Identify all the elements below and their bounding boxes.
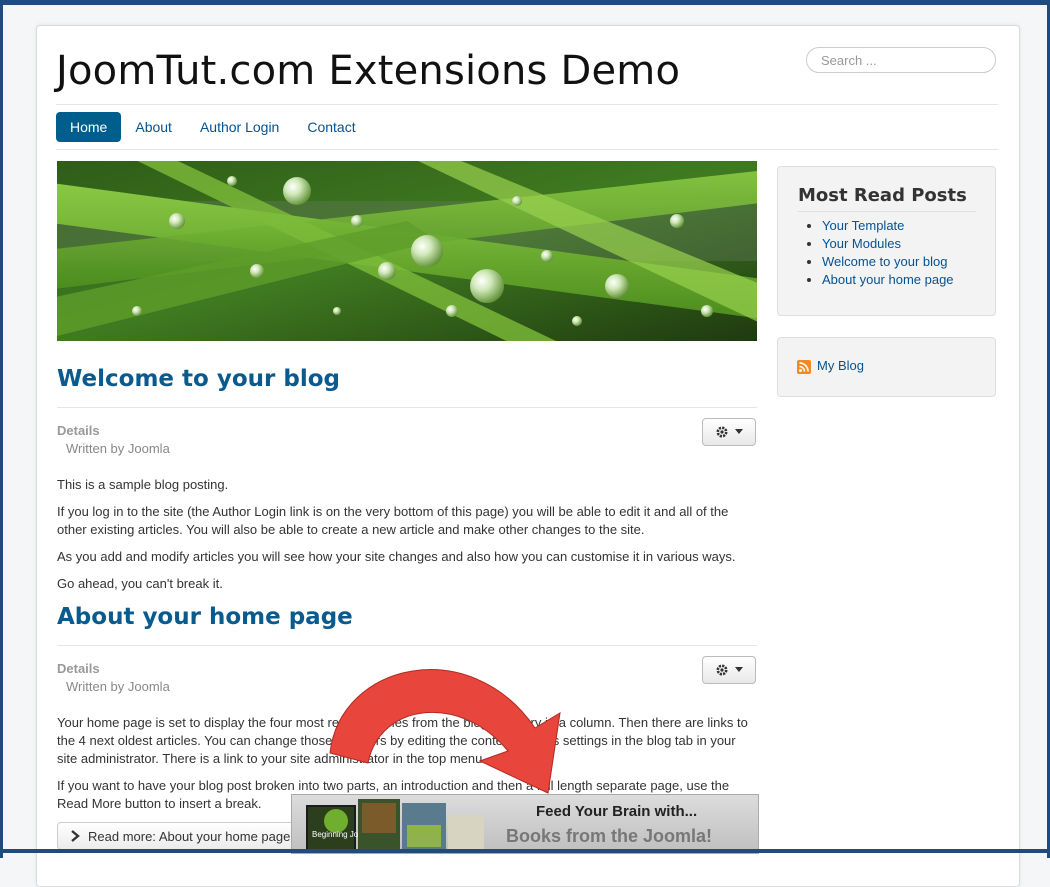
main-nav: Home About Author Login Contact — [56, 112, 370, 142]
gear-icon — [716, 664, 728, 676]
rss-icon — [797, 360, 811, 374]
article-paragraph: Go ahead, you can't break it. — [57, 576, 223, 591]
most-read-link[interactable]: Your Modules — [822, 236, 901, 251]
joomla-shop-ad-banner[interactable]: Beginning Joomla! Feed Your Brain with..… — [291, 794, 759, 854]
most-read-list: Your Template Your Modules Welcome to yo… — [798, 217, 954, 289]
page-container: JoomTut.com Extensions Demo Home About A… — [36, 25, 1020, 887]
window-frame-bottom — [0, 849, 1050, 853]
list-item: Your Modules — [822, 235, 954, 253]
nav-divider — [56, 149, 998, 150]
list-item: About your home page — [822, 271, 954, 289]
window-frame-left — [0, 5, 3, 858]
most-read-title: Most Read Posts — [798, 185, 967, 206]
article-paragraph: As you add and modify articles you will … — [57, 549, 736, 564]
article-author: Written by Joomla — [66, 679, 170, 694]
module-divider — [798, 211, 976, 212]
search-input[interactable] — [806, 47, 996, 73]
header-banner-image — [57, 161, 757, 341]
books-image: Beginning Joomla! — [306, 799, 484, 853]
caret-down-icon — [735, 667, 743, 672]
list-item: Welcome to your blog — [822, 253, 954, 271]
article-details-label: Details — [57, 423, 100, 438]
caret-down-icon — [735, 429, 743, 434]
nav-item-home[interactable]: Home — [56, 112, 122, 142]
read-more-button[interactable]: Read more: About your home page — [57, 822, 302, 850]
most-read-link[interactable]: Welcome to your blog — [822, 254, 948, 269]
article-paragraph: If you log in to the site (the Author Lo… — [57, 504, 729, 537]
read-more-label: Read more: About your home page — [88, 828, 291, 844]
gear-icon — [716, 426, 728, 438]
feed-module: My Blog — [777, 337, 996, 397]
article-divider — [57, 407, 757, 408]
most-read-link[interactable]: About your home page — [822, 272, 954, 287]
most-read-link[interactable]: Your Template — [822, 218, 904, 233]
nav-item-contact[interactable]: Contact — [293, 112, 369, 142]
article-author: Written by Joomla — [66, 441, 170, 456]
most-read-module: Most Read Posts Your Template Your Modul… — [777, 166, 996, 316]
list-item: Your Template — [822, 217, 954, 235]
article-paragraph: Your home page is set to display the fou… — [57, 715, 748, 766]
nav-item-author-login[interactable]: Author Login — [186, 112, 293, 142]
article-tools-button[interactable] — [702, 418, 756, 446]
feed-link[interactable]: My Blog — [817, 358, 864, 373]
article-details-label: Details — [57, 661, 100, 676]
ad-headline: Feed Your Brain with... — [536, 803, 698, 820]
header-divider — [56, 104, 998, 105]
article-tools-button[interactable] — [702, 656, 756, 684]
article-title[interactable]: Welcome to your blog — [57, 366, 340, 392]
article-divider — [57, 645, 757, 646]
nav-item-about[interactable]: About — [121, 112, 186, 142]
article-paragraph: This is a sample blog posting. — [57, 477, 229, 492]
article-title[interactable]: About your home page — [57, 604, 353, 630]
site-title: JoomTut.com Extensions Demo — [56, 48, 681, 94]
chevron-right-icon — [71, 830, 80, 842]
